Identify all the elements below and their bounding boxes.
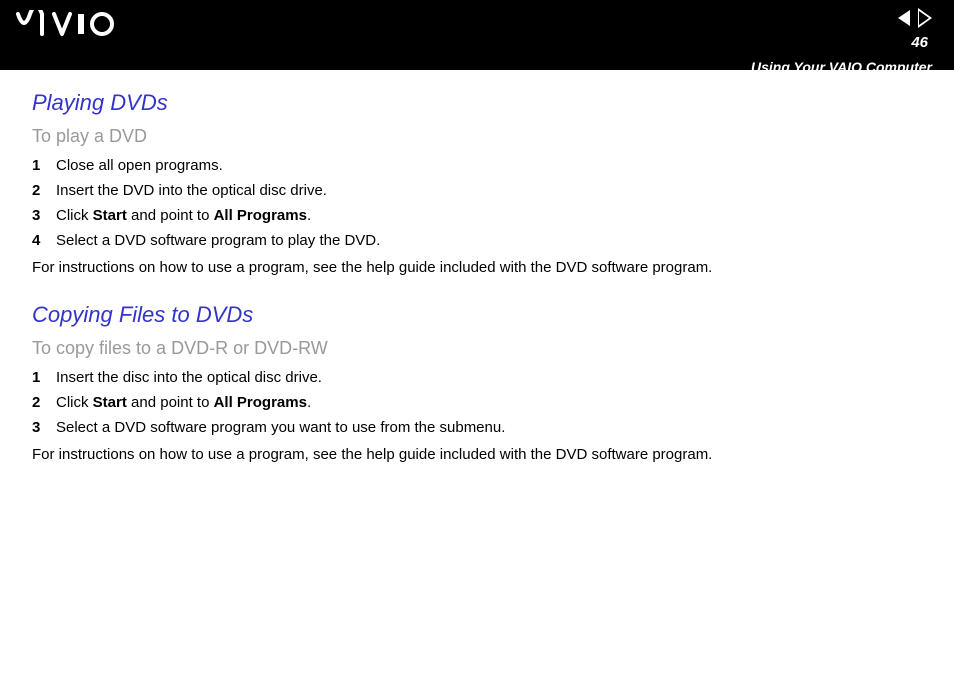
step-num: 3	[32, 419, 56, 436]
text-span: Click	[56, 207, 93, 224]
nav-prev-icon[interactable]	[898, 10, 910, 26]
text-span: .	[307, 207, 311, 224]
section-title-playing: Playing DVDs	[32, 90, 922, 116]
step-item: 4 Select a DVD software program to play …	[32, 232, 922, 249]
note-copy: For instructions on how to use a program…	[32, 446, 922, 463]
bold-allprograms: All Programs	[214, 207, 307, 224]
step-text: Click Start and point to All Programs.	[56, 394, 922, 411]
step-list-copy: 1 Insert the disc into the optical disc …	[32, 369, 922, 436]
step-item: 2 Insert the DVD into the optical disc d…	[32, 182, 922, 199]
step-num: 1	[32, 369, 56, 386]
section-title-copying: Copying Files to DVDs	[32, 302, 922, 328]
text-span: and point to	[127, 207, 214, 224]
vaio-logo	[16, 10, 126, 45]
nav-next-icon[interactable]	[918, 8, 932, 28]
step-num: 2	[32, 394, 56, 411]
bold-start: Start	[93, 394, 127, 411]
step-num: 3	[32, 207, 56, 224]
header-bar: 46 Using Your VAIO Computer	[0, 0, 954, 70]
content: Playing DVDs To play a DVD 1 Close all o…	[0, 70, 954, 463]
step-item: 3 Click Start and point to All Programs.	[32, 207, 922, 224]
page-number: 46	[911, 34, 928, 51]
step-item: 1 Close all open programs.	[32, 157, 922, 174]
text-span: and point to	[127, 394, 214, 411]
subtitle-copy-dvd: To copy files to a DVD-R or DVD-RW	[32, 338, 922, 359]
text-span: Click	[56, 394, 93, 411]
header-right: 46 Using Your VAIO Computer	[751, 8, 932, 75]
subtitle-play-dvd: To play a DVD	[32, 126, 922, 147]
step-text: Insert the DVD into the optical disc dri…	[56, 182, 922, 199]
vaio-logo-svg	[16, 10, 126, 38]
step-item: 1 Insert the disc into the optical disc …	[32, 369, 922, 386]
step-item: 2 Click Start and point to All Programs.	[32, 394, 922, 411]
step-list-play: 1 Close all open programs. 2 Insert the …	[32, 157, 922, 249]
nav-controls	[898, 8, 932, 28]
text-span: .	[307, 394, 311, 411]
step-item: 3 Select a DVD software program you want…	[32, 419, 922, 436]
step-num: 4	[32, 232, 56, 249]
bold-start: Start	[93, 207, 127, 224]
note-play: For instructions on how to use a program…	[32, 259, 922, 276]
section-name: Using Your VAIO Computer	[751, 59, 932, 75]
step-text: Close all open programs.	[56, 157, 922, 174]
step-num: 2	[32, 182, 56, 199]
step-text: Insert the disc into the optical disc dr…	[56, 369, 922, 386]
step-text: Click Start and point to All Programs.	[56, 207, 922, 224]
bold-allprograms: All Programs	[214, 394, 307, 411]
step-num: 1	[32, 157, 56, 174]
step-text: Select a DVD software program you want t…	[56, 419, 922, 436]
step-text: Select a DVD software program to play th…	[56, 232, 922, 249]
